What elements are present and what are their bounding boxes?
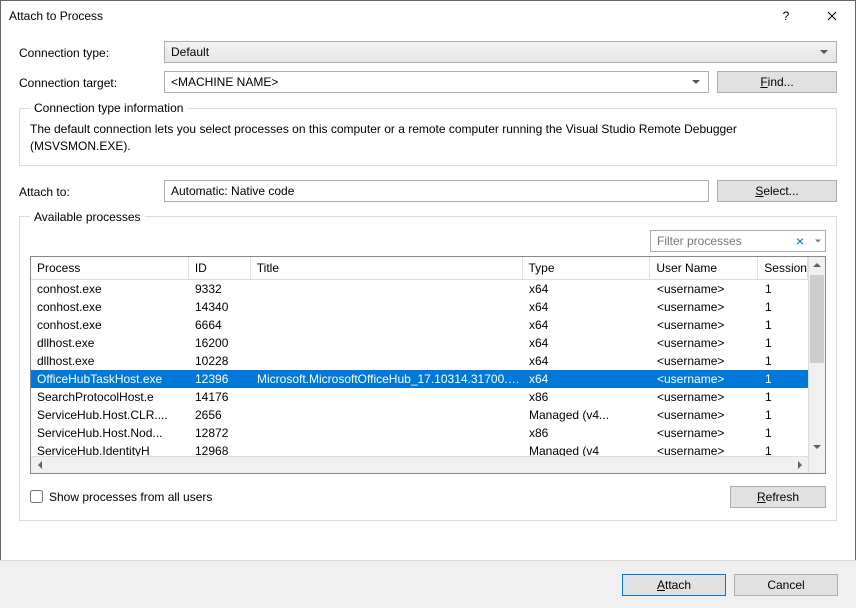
attach-to-label: Attach to: [19, 183, 164, 199]
table-row[interactable]: conhost.exe6664 x64<username>1 [31, 316, 808, 334]
cell: <username> [651, 390, 759, 404]
titlebar: Attach to Process ? [1, 1, 855, 31]
cell: 1 [759, 300, 808, 314]
cell: 14176 [189, 390, 251, 404]
attach-button[interactable]: Attach [622, 574, 726, 596]
col-process[interactable]: Process [31, 257, 189, 280]
cell: 16200 [189, 336, 251, 350]
connection-target-input[interactable]: <MACHINE NAME> [164, 71, 709, 93]
show-all-users-label: Show processes from all users [49, 490, 212, 504]
table-row[interactable]: OfficeHubTaskHost.exe12396Microsoft.Micr… [31, 370, 808, 388]
table-row[interactable]: dllhost.exe16200 x64<username>1 [31, 334, 808, 352]
cell: x86 [523, 390, 651, 404]
cell: 1 [759, 318, 808, 332]
cell: x64 [523, 372, 651, 386]
connection-type-label: Connection type: [19, 44, 164, 60]
scroll-down-icon[interactable] [809, 439, 825, 456]
connection-info-text: The default connection lets you select p… [30, 121, 826, 155]
table-row[interactable]: conhost.exe14340 x64<username>1 [31, 298, 808, 316]
attach-to-value: Automatic: Native code [171, 184, 294, 198]
cell: x64 [523, 282, 651, 296]
cell: OfficeHubTaskHost.exe [31, 372, 189, 386]
scroll-left-icon[interactable] [31, 457, 48, 473]
cell: x64 [523, 354, 651, 368]
filter-input[interactable]: Filter processes × [650, 230, 826, 252]
cell: 1 [759, 390, 808, 404]
cell: ServiceHub.Host.Nod... [31, 426, 189, 440]
available-processes-group: Available processes Filter processes × P… [19, 210, 837, 521]
connection-info-legend: Connection type information [30, 101, 187, 115]
filter-placeholder: Filter processes [657, 234, 742, 248]
vertical-scrollbar[interactable] [808, 257, 825, 473]
cell: 9332 [189, 282, 251, 296]
col-type[interactable]: Type [523, 257, 651, 280]
process-table: Process ID Title Type User Name Session … [30, 256, 826, 474]
cell: <username> [651, 408, 759, 422]
refresh-button[interactable]: Refresh [730, 486, 826, 508]
table-row[interactable]: conhost.exe9332 x64<username>1 [31, 280, 808, 298]
cell: <username> [651, 300, 759, 314]
table-row[interactable]: dllhost.exe10228 x64<username>1 [31, 352, 808, 370]
cell: 10228 [189, 354, 251, 368]
cell: 1 [759, 372, 808, 386]
cell: 1 [759, 354, 808, 368]
col-id[interactable]: ID [189, 257, 251, 280]
cell: <username> [651, 282, 759, 296]
cell: dllhost.exe [31, 354, 189, 368]
cell: x64 [523, 300, 651, 314]
cell: 14340 [189, 300, 251, 314]
cell: conhost.exe [31, 282, 189, 296]
cell: <username> [651, 336, 759, 350]
cell: <username> [651, 318, 759, 332]
cell: ServiceHub.Host.CLR.... [31, 408, 189, 422]
cell: 1 [759, 282, 808, 296]
cell: Managed (v4... [523, 408, 651, 422]
horizontal-scrollbar[interactable] [31, 456, 808, 473]
connection-type-dropdown[interactable]: Default [164, 41, 837, 63]
cell: Microsoft.MicrosoftOfficeHub_17.10314.31… [251, 372, 523, 386]
connection-info-group: Connection type information The default … [19, 101, 837, 166]
find-button[interactable]: Find... [717, 71, 837, 93]
cell: 1 [759, 408, 808, 422]
cell: dllhost.exe [31, 336, 189, 350]
connection-target-value: <MACHINE NAME> [171, 75, 278, 89]
clear-filter-icon[interactable]: × [793, 231, 807, 251]
connection-type-value: Default [171, 45, 209, 59]
cell: <username> [651, 372, 759, 386]
table-row[interactable]: ServiceHub.Host.CLR....2656 Managed (v4..… [31, 406, 808, 424]
table-row[interactable]: ServiceHub.Host.Nod...12872 x86<username>… [31, 424, 808, 442]
show-all-users-checkbox[interactable] [30, 490, 43, 503]
cell: SearchProtocolHost.e [31, 390, 189, 404]
cancel-button[interactable]: Cancel [734, 574, 838, 596]
filter-dropdown-icon[interactable] [815, 239, 821, 242]
cell: 12396 [189, 372, 251, 386]
cell: <username> [651, 426, 759, 440]
col-title[interactable]: Title [251, 257, 523, 280]
scroll-up-icon[interactable] [809, 257, 825, 274]
scroll-thumb[interactable] [810, 275, 824, 363]
select-button[interactable]: Select... [717, 180, 837, 202]
cell: x64 [523, 336, 651, 350]
cell: <username> [651, 354, 759, 368]
cell: 1 [759, 336, 808, 350]
connection-target-label: Connection target: [19, 74, 164, 90]
col-session[interactable]: Session [758, 257, 808, 280]
close-button[interactable] [809, 1, 855, 31]
cell: 1 [759, 426, 808, 440]
cell: x64 [523, 318, 651, 332]
cell: conhost.exe [31, 318, 189, 332]
scroll-right-icon[interactable] [791, 457, 808, 473]
help-button[interactable]: ? [763, 1, 809, 31]
cell: x86 [523, 426, 651, 440]
cell: 6664 [189, 318, 251, 332]
cell: 2656 [189, 408, 251, 422]
attach-to-field: Automatic: Native code [164, 180, 709, 202]
dialog-button-bar: Attach Cancel [0, 560, 856, 608]
window-title: Attach to Process [9, 9, 763, 23]
table-row[interactable]: SearchProtocolHost.e14176 x86<username>1 [31, 388, 808, 406]
col-user[interactable]: User Name [650, 257, 758, 280]
cell: conhost.exe [31, 300, 189, 314]
available-processes-legend: Available processes [30, 210, 145, 224]
cell: 12872 [189, 426, 251, 440]
